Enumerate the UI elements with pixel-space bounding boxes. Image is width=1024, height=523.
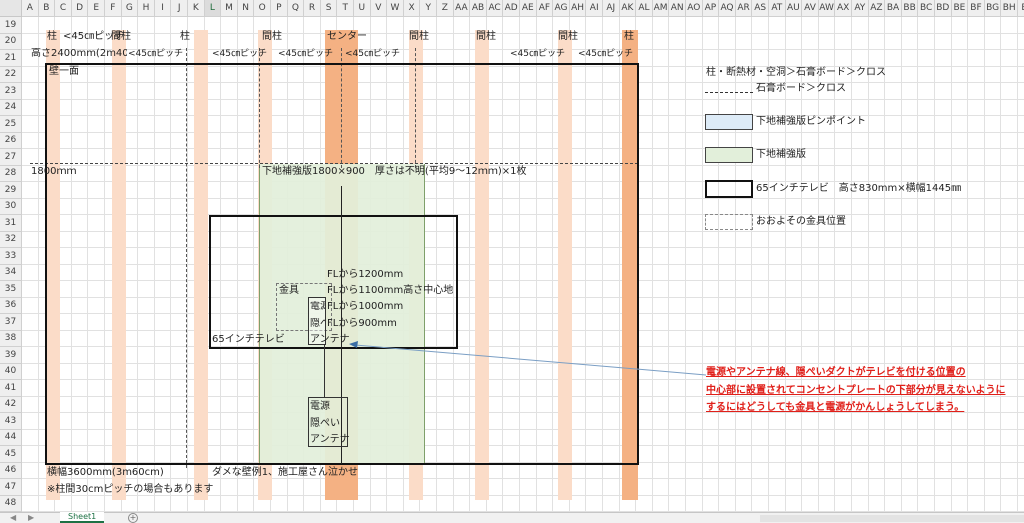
- tab-sheet1[interactable]: Sheet1: [60, 512, 105, 523]
- add-sheet-icon[interactable]: +: [128, 513, 138, 523]
- sheet-tab-bar: ◀ ▶ Sheet1 +: [0, 512, 1024, 523]
- spreadsheet-grid[interactable]: A B C D E F G H I J K L M N O P Q R S T U V W X Y Z AA AB AC AD AE AF AG…: [0, 0, 1024, 512]
- callout-arrow: [349, 341, 707, 376]
- horizontal-scrollbar[interactable]: [760, 515, 1024, 522]
- callout-arrow-line: [354, 344, 707, 376]
- tab-next-icon[interactable]: ▶: [28, 513, 34, 523]
- callout-arrow-head: [349, 341, 358, 348]
- tab-prev-icon[interactable]: ◀: [10, 513, 16, 523]
